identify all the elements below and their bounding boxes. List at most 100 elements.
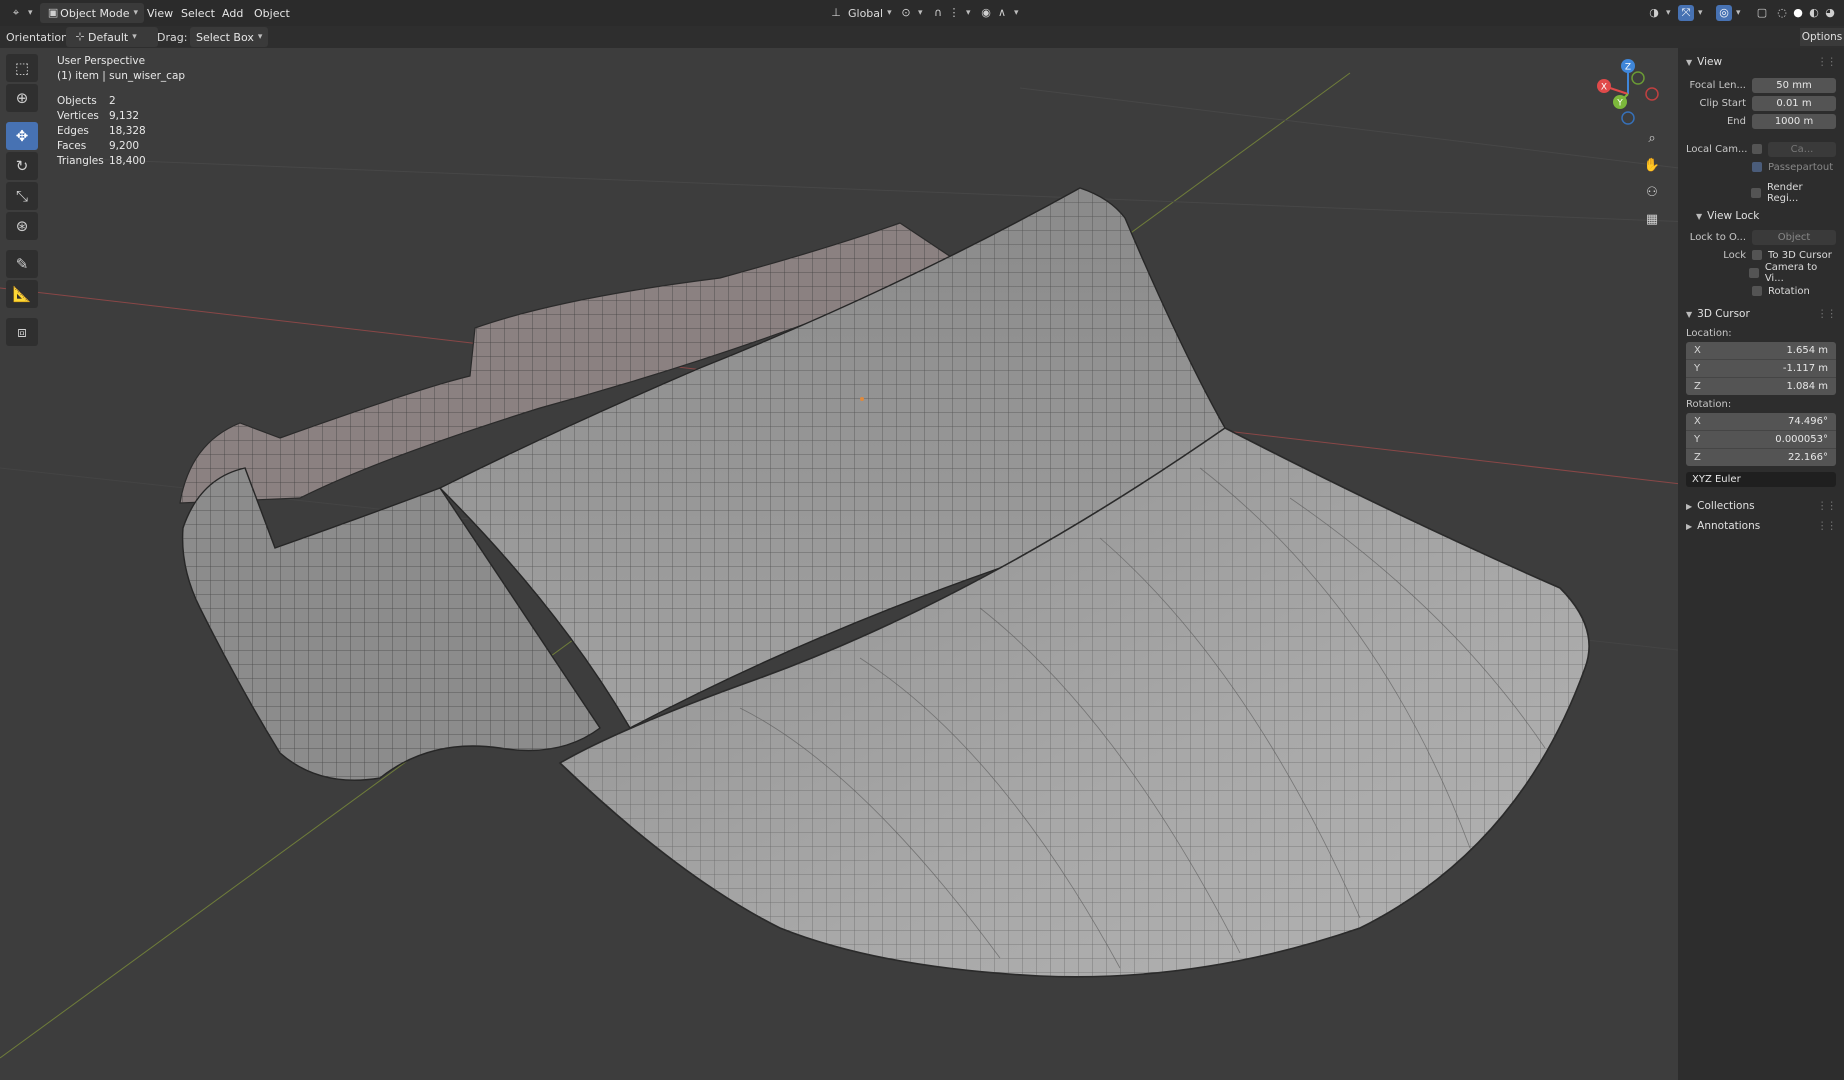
3d-viewport[interactable] — [0, 48, 1844, 1080]
scene-statistics: Objects 2 Vertices 9,132 Edges 18,328 Faces… — [57, 94, 185, 169]
orientation-value: Default — [88, 30, 129, 44]
shading-rendered[interactable]: ◕ — [1822, 3, 1838, 23]
drag-handle-icon[interactable]: ⋮⋮ — [1817, 308, 1837, 320]
drag-handle-icon[interactable]: ⋮⋮ — [1817, 520, 1837, 532]
options-tab[interactable]: Options — [1800, 28, 1844, 46]
stat-objects: Objects 2 — [57, 95, 116, 107]
view-section-header[interactable]: ▼ View ⋮⋮ — [1678, 52, 1844, 72]
chevron-down-icon: ▼ — [1696, 211, 1703, 221]
transform-orientation-label: Global — [848, 6, 884, 20]
move-tool[interactable]: ✥ — [6, 122, 38, 150]
rotate-tool[interactable]: ↻ — [6, 152, 38, 180]
scale-tool[interactable]: ⤡ — [6, 182, 38, 210]
collections-section-header[interactable]: ▶ Collections ⋮⋮ — [1678, 496, 1844, 516]
measure-tool[interactable]: 📐 — [6, 280, 38, 308]
clip-end-value[interactable]: 1000 m — [1752, 113, 1836, 129]
cursor-location-z[interactable]: Z 1.084 m — [1686, 378, 1836, 395]
shading-solid[interactable]: ● — [1790, 3, 1806, 23]
drag-dropdown[interactable]: Select Box ▾ — [190, 27, 268, 47]
lock-to-cursor-checkbox[interactable] — [1752, 250, 1762, 260]
passepartout-checkbox[interactable] — [1752, 162, 1762, 172]
lock-label: Lock — [1723, 249, 1746, 261]
gizmo-neg-y[interactable] — [1631, 71, 1645, 85]
lock-rotation-checkbox[interactable] — [1752, 286, 1762, 296]
cursor-rotation-label: Rotation: — [1686, 399, 1732, 410]
menu-add[interactable]: Add — [217, 3, 248, 23]
cursor-icon: ⊕ — [15, 89, 29, 107]
shading-wireframe[interactable]: ◌ — [1774, 3, 1790, 23]
3d-cursor-title: 3D Cursor — [1697, 308, 1750, 320]
gizmo-neg-z[interactable] — [1621, 111, 1635, 125]
drag-label: Drag: — [157, 30, 188, 44]
navigation-gizmo[interactable]: Z X Y — [1590, 56, 1660, 126]
lock-to-object-field: Lock to O... Object — [1686, 228, 1836, 246]
object-mode-icon: ▣ — [47, 6, 59, 19]
solid-shading-icon: ● — [1793, 6, 1803, 19]
gizmo-neg-x[interactable] — [1645, 87, 1659, 101]
menu-object[interactable]: Object — [249, 3, 295, 23]
xray-icon: ▢ — [1756, 6, 1768, 19]
zoom-icon: ⌕ — [1648, 130, 1656, 146]
transform-orientation-dropdown[interactable]: ⊥ Global ▾ — [828, 3, 891, 23]
perspective-toggle-button[interactable]: ▦ — [1641, 208, 1663, 230]
camera-to-view-checkbox[interactable] — [1749, 268, 1759, 278]
focal-length-field: Focal Len... 50 mm — [1686, 76, 1836, 94]
cursor-rotation-z[interactable]: Z 22.166° — [1686, 449, 1836, 466]
snap-toggle[interactable]: ∩ ⋮ ▾ — [930, 3, 971, 23]
cursor-tool[interactable]: ⊕ — [6, 84, 38, 112]
wireframe-shading-icon: ◌ — [1777, 6, 1787, 19]
clip-start-value[interactable]: 0.01 m — [1752, 95, 1836, 111]
view-lock-section-header[interactable]: ▼ View Lock — [1678, 206, 1844, 226]
add-cube-tool[interactable]: ⧈ — [6, 318, 38, 346]
selection-info: (1) item | sun_wiser_cap — [57, 70, 186, 82]
lock-rotation-label: Rotation — [1768, 285, 1810, 297]
cursor-location-x[interactable]: X 1.654 m — [1686, 342, 1836, 360]
drag-value: Select Box — [196, 30, 254, 44]
editor-type-menu[interactable]: ⌖ ▾ — [8, 3, 33, 23]
stat-triangles: Triangles 18,400 — [57, 155, 146, 167]
cursor-location-y[interactable]: Y -1.117 m — [1686, 360, 1836, 378]
focal-length-value[interactable]: 50 mm — [1752, 77, 1836, 93]
rotation-mode-dropdown[interactable]: XYZ Euler — [1686, 470, 1836, 488]
zoom-button[interactable]: ⌕ — [1641, 127, 1663, 149]
transform-tool[interactable]: ⊛ — [6, 212, 38, 240]
xray-toggle[interactable]: ▢ — [1754, 3, 1770, 23]
pivot-point-dropdown[interactable]: ⊙ ▾ — [898, 3, 922, 23]
top-header-bar: ⌖ ▾ ▣ Object Mode ▾ View Select Add Object… — [0, 0, 1844, 27]
mode-selector[interactable]: ▣ Object Mode ▾ — [40, 3, 144, 23]
proportional-edit-toggle[interactable]: ◉ ∧ ▾ — [978, 3, 1018, 23]
select-box-tool[interactable]: ⬚ — [6, 54, 38, 82]
collections-title: Collections — [1697, 500, 1755, 512]
cursor-rotation-x[interactable]: X 74.496° — [1686, 413, 1836, 431]
annotate-tool[interactable]: ✎ — [6, 250, 38, 278]
local-camera-checkbox[interactable] — [1752, 144, 1762, 154]
gizmo-toggle[interactable]: ⤧ ▾ — [1678, 3, 1703, 23]
camera-to-view-field: Camera to Vi... — [1686, 262, 1836, 284]
local-camera-value[interactable]: Ca... — [1768, 141, 1836, 157]
overlays-toggle[interactable]: ◎ ▾ — [1716, 3, 1741, 23]
visibility-dropdown[interactable]: ◑ ▾ — [1646, 3, 1670, 23]
chevron-right-icon: ▶ — [1686, 521, 1693, 531]
render-region-checkbox[interactable] — [1751, 188, 1761, 198]
cursor-rotation-y[interactable]: Y 0.000053° — [1686, 431, 1836, 449]
annotations-section-header[interactable]: ▶ Annotations ⋮⋮ — [1678, 516, 1844, 536]
camera-view-button[interactable]: ⚇ — [1641, 181, 1663, 203]
menu-view[interactable]: View — [142, 3, 178, 23]
orientation-dropdown[interactable]: ⊹ Default ▾ — [66, 27, 158, 47]
pan-button[interactable]: ✋ — [1641, 154, 1663, 176]
camera-icon: ⚇ — [1646, 184, 1658, 200]
lock-to-object-value[interactable]: Object — [1752, 229, 1836, 245]
drag-handle-icon[interactable]: ⋮⋮ — [1817, 500, 1837, 512]
3d-cursor-section-header[interactable]: ▼ 3D Cursor ⋮⋮ — [1678, 304, 1844, 324]
shading-material[interactable]: ◐ — [1806, 3, 1822, 23]
proportional-edit-icon: ◉ — [981, 6, 991, 19]
tool-settings-header: Orientation: ⊹ Default ▾ Drag: Select Box… — [0, 26, 1844, 48]
drag-handle-icon[interactable]: ⋮⋮ — [1817, 56, 1837, 68]
ruler-icon: 📐 — [12, 285, 32, 303]
menu-select[interactable]: Select — [176, 3, 220, 23]
passepartout-label: Passepartout — [1768, 161, 1834, 173]
select-box-icon: ⬚ — [14, 59, 30, 77]
view-name: User Perspective — [57, 55, 146, 67]
scale-icon: ⤡ — [15, 187, 28, 205]
overlays-icon: ◎ — [1716, 5, 1732, 21]
